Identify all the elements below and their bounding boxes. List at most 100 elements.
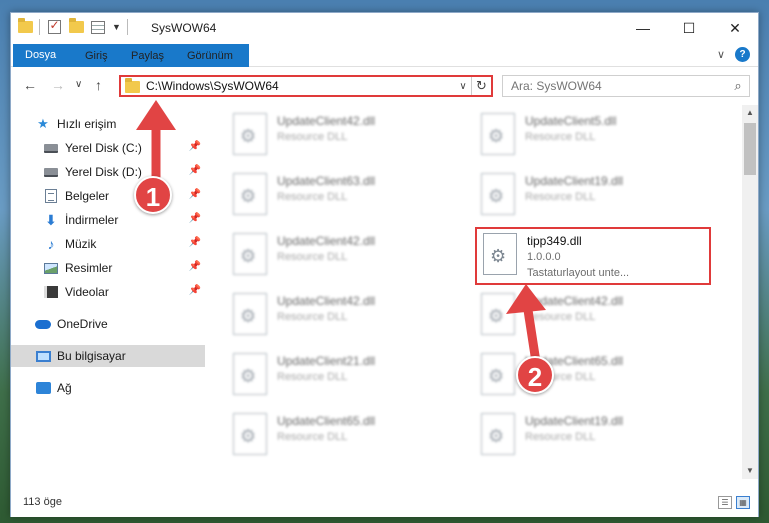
file-item[interactable]: ⚙ UpdateClient42.dll Resource DLL — [227, 289, 463, 343]
file-name: UpdateClient42.dll — [277, 294, 376, 308]
file-name: UpdateClient21.dll — [277, 354, 376, 368]
window-controls: — ☐ ✕ — [620, 13, 758, 43]
scrollbar-thumb[interactable] — [744, 123, 756, 175]
step-2-badge: 2 — [516, 356, 554, 394]
sidebar-item-local-disk-c[interactable]: Yerel Disk (C:) 📌 — [11, 137, 205, 159]
details-view-icon[interactable]: ☰ — [718, 496, 732, 509]
step-1-badge: 1 — [134, 176, 172, 214]
sidebar-item-music[interactable]: ♪ Müzik 📌 — [11, 233, 205, 255]
sidebar-item-label: Hızlı erişim — [57, 117, 117, 131]
file-description: Tastaturlayout unte... — [527, 267, 630, 279]
refresh-button[interactable]: ↻ — [471, 77, 491, 95]
explorer-window: ▼ SysWOW64 — ☐ ✕ Dosya Giriş Paylaş Görü… — [10, 12, 759, 517]
sidebar-item-label: OneDrive — [57, 317, 108, 331]
pin-icon[interactable]: 📌 — [189, 237, 201, 248]
pin-icon[interactable]: 📌 — [189, 213, 201, 224]
pin-icon[interactable]: 📌 — [189, 261, 201, 272]
search-box[interactable]: ⌕ — [502, 75, 750, 97]
file-name: UpdateClient63.dll — [277, 174, 376, 188]
vertical-scrollbar[interactable]: ▲ ▼ — [742, 105, 758, 479]
pin-icon[interactable]: 📌 — [189, 141, 201, 152]
sidebar-item-videos[interactable]: Videolar 📌 — [11, 281, 205, 303]
file-item[interactable]: ⚙ UpdateClient65.dll Resource DLL — [227, 409, 463, 463]
forward-button[interactable]: → — [51, 77, 65, 93]
drive-icon — [43, 165, 59, 179]
file-name: UpdateClient5.dll — [525, 114, 617, 128]
file-item[interactable]: ⚙ UpdateClient42.dll Resource DLL — [227, 109, 463, 163]
customize-toolbar-chevron-icon[interactable]: ▼ — [112, 22, 121, 32]
back-button[interactable]: ← — [23, 77, 37, 93]
download-icon: ⬇ — [45, 211, 57, 228]
address-dropdown-chevron-icon[interactable]: ∨ — [455, 81, 471, 92]
sidebar-item-onedrive[interactable]: OneDrive — [11, 313, 205, 335]
file-description: Resource DLL — [525, 191, 596, 203]
file-item[interactable]: ⚙ UpdateClient5.dll Resource DLL — [475, 109, 711, 163]
file-item-tipp349-dll[interactable]: ⚙ tipp349.dll 1.0.0.0 Tastaturlayout unt… — [475, 227, 711, 285]
address-path[interactable]: C:\Windows\SysWOW64 — [146, 79, 455, 93]
tab-home[interactable]: Giriş — [77, 45, 116, 67]
music-icon: ♪ — [47, 236, 55, 252]
new-folder-icon[interactable] — [68, 18, 84, 35]
pin-icon[interactable]: 📌 — [189, 165, 201, 176]
sidebar-item-local-disk-d[interactable]: Yerel Disk (D:) 📌 — [11, 161, 205, 183]
sidebar-item-downloads[interactable]: ⬇ İndirmeler 📌 — [11, 209, 205, 231]
file-item[interactable]: ⚙ UpdateClient19.dll Resource DLL — [475, 169, 711, 223]
item-count: 113 öge — [23, 496, 62, 508]
file-name: UpdateClient19.dll — [525, 414, 624, 428]
computer-icon — [35, 349, 51, 363]
sidebar-item-label: Belgeler — [65, 189, 110, 203]
sidebar-item-quick-access[interactable]: ★ Hızlı erişim — [11, 113, 205, 135]
up-button[interactable]: ↑ — [95, 77, 102, 93]
search-icon[interactable]: ⌕ — [727, 78, 749, 94]
file-item[interactable]: ⚙ UpdateClient65.dll Resource DLL — [475, 349, 711, 403]
drive-icon — [43, 141, 59, 155]
folder-icon[interactable] — [17, 18, 33, 35]
file-item[interactable]: ⚙ UpdateClient42.dll Resource DLL — [227, 229, 463, 283]
file-description: Resource DLL — [277, 371, 348, 383]
file-item[interactable]: ⚙ UpdateClient19.dll Resource DLL — [475, 409, 711, 463]
navigation-pane: ★ Hızlı erişim Yerel Disk (C:) 📌 Yerel D… — [11, 105, 205, 495]
scroll-down-arrow-icon[interactable]: ▼ — [742, 463, 758, 479]
dll-file-icon: ⚙ — [233, 113, 267, 155]
maximize-button[interactable]: ☐ — [666, 13, 712, 43]
dll-file-icon: ⚙ — [481, 113, 515, 155]
tab-share[interactable]: Paylaş — [123, 45, 172, 67]
sidebar-item-network[interactable]: Ağ — [11, 377, 205, 399]
search-input[interactable] — [511, 79, 727, 93]
properties-icon[interactable] — [90, 19, 106, 35]
videos-icon — [43, 285, 59, 299]
ribbon-tabs: Dosya Giriş Paylaş Görünüm ∨ ? — [11, 43, 758, 67]
file-description: Resource DLL — [277, 131, 348, 143]
folder-icon — [125, 78, 140, 93]
sidebar-item-documents[interactable]: Belgeler 📌 — [11, 185, 205, 207]
file-item[interactable]: ⚙ UpdateClient63.dll Resource DLL — [227, 169, 463, 223]
file-item[interactable]: ⚙ UpdateClient21.dll Resource DLL — [227, 349, 463, 403]
recent-locations-chevron-icon[interactable]: ∨ — [75, 79, 82, 90]
pin-icon[interactable]: 📌 — [189, 285, 201, 296]
expand-ribbon-chevron-icon[interactable]: ∨ — [717, 48, 725, 61]
file-name: UpdateClient42.dll — [525, 294, 624, 308]
ribbon-right-controls: ∨ ? — [717, 47, 750, 62]
pin-icon[interactable]: 📌 — [189, 189, 201, 200]
window-title: SysWOW64 — [151, 21, 217, 35]
dll-file-icon: ⚙ — [233, 413, 267, 455]
sidebar-item-label: Resimler — [65, 261, 113, 275]
tab-view[interactable]: Görünüm — [179, 45, 241, 67]
minimize-button[interactable]: — — [620, 13, 666, 43]
sidebar-item-this-pc[interactable]: Bu bilgisayar — [11, 345, 205, 367]
scroll-up-arrow-icon[interactable]: ▲ — [742, 105, 758, 121]
close-button[interactable]: ✕ — [712, 13, 758, 43]
toolbar-separator — [39, 19, 40, 35]
documents-icon — [43, 189, 59, 203]
help-icon[interactable]: ? — [735, 47, 750, 62]
properties-check-icon[interactable] — [46, 18, 62, 35]
file-description: Resource DLL — [525, 131, 596, 143]
sidebar-item-pictures[interactable]: Resimler 📌 — [11, 257, 205, 279]
address-bar[interactable]: C:\Windows\SysWOW64 ∨ ↻ — [119, 75, 493, 97]
file-item[interactable]: ⚙ UpdateClient42.dll Resource DLL — [475, 289, 711, 343]
tiles-view-icon[interactable]: ▦ — [736, 496, 750, 509]
file-description: Resource DLL — [525, 431, 596, 443]
title-bar: ▼ SysWOW64 — ☐ ✕ — [11, 13, 758, 43]
file-description: Resource DLL — [277, 311, 348, 323]
navigation-bar: ← → ∨ ↑ C:\Windows\SysWOW64 ∨ ↻ ⌕ — [11, 68, 758, 102]
